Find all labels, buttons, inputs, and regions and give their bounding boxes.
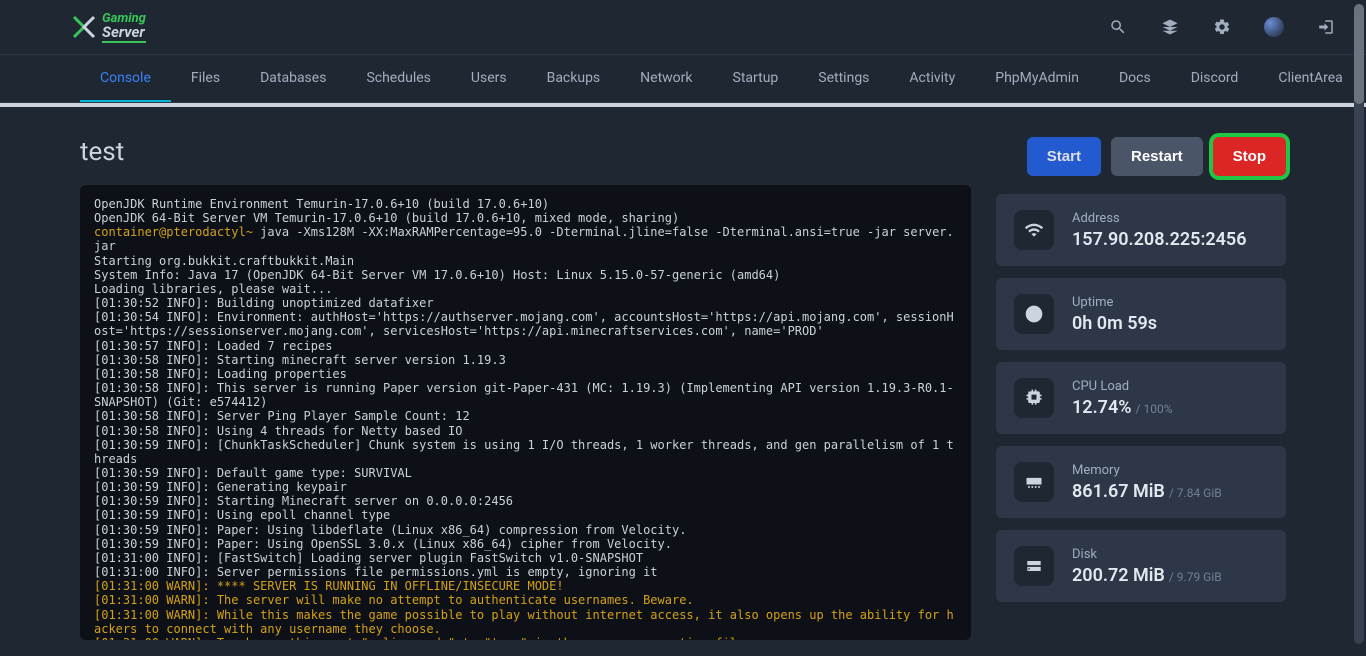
logo-icon xyxy=(70,13,98,41)
topbar: Gaming Server xyxy=(0,0,1366,55)
console-line: [01:30:58 INFO]: Loading properties xyxy=(94,367,957,381)
console-line: [01:30:59 INFO]: Paper: Using OpenSSL 3.… xyxy=(94,537,957,551)
tab-discord[interactable]: Discord xyxy=(1171,56,1259,102)
console-output[interactable]: OpenJDK Runtime Environment Temurin-17.0… xyxy=(80,185,971,640)
console-line: [01:31:00 INFO]: Server permissions file… xyxy=(94,565,957,579)
console-line: container@pterodactyl~ java -Xms128M -XX… xyxy=(94,225,957,253)
console-line: [01:30:58 INFO]: Starting minecraft serv… xyxy=(94,353,957,367)
progress-bar xyxy=(0,103,1366,107)
stat-cpu: CPU Load 12.74%/ 100% xyxy=(996,362,1286,434)
tab-backups[interactable]: Backups xyxy=(527,56,621,102)
search-icon[interactable] xyxy=(1108,17,1128,37)
stat-label: Uptime xyxy=(1072,295,1157,310)
stop-button[interactable]: Stop xyxy=(1213,137,1286,176)
navbar: ConsoleFilesDatabasesSchedulesUsersBacku… xyxy=(0,55,1366,103)
tab-console[interactable]: Console xyxy=(80,56,171,102)
console-line: OpenJDK Runtime Environment Temurin-17.0… xyxy=(94,197,957,211)
console-line: Loading libraries, please wait... xyxy=(94,282,957,296)
stat-value: 861.67 MiB/ 7.84 GiB xyxy=(1072,481,1222,502)
console-line: [01:30:59 INFO]: [ChunkTaskScheduler] Ch… xyxy=(94,438,957,466)
tab-schedules[interactable]: Schedules xyxy=(346,56,450,102)
memory-icon xyxy=(1014,462,1054,502)
right-column: Start Restart Stop Address 157.90.208.22… xyxy=(996,137,1286,640)
layers-icon[interactable] xyxy=(1160,17,1180,37)
tab-phpmyadmin[interactable]: PhpMyAdmin xyxy=(975,56,1099,102)
server-title: test xyxy=(80,137,971,167)
console-line: [01:30:59 INFO]: Paper: Using libdeflate… xyxy=(94,523,957,537)
console-line: [01:30:59 INFO]: Using epoll channel typ… xyxy=(94,508,957,522)
console-line: [01:31:00 INFO]: [FastSwitch] Loading se… xyxy=(94,551,957,565)
console-line: OpenJDK 64-Bit Server VM Temurin-17.0.6+… xyxy=(94,211,957,225)
stat-address: Address 157.90.208.225:2456 xyxy=(996,194,1286,266)
wifi-icon xyxy=(1014,210,1054,250)
start-button[interactable]: Start xyxy=(1027,137,1101,176)
cpu-icon xyxy=(1014,378,1054,418)
scrollbar-thumb[interactable] xyxy=(1354,4,1364,104)
stat-label: Disk xyxy=(1072,547,1222,562)
tab-activity[interactable]: Activity xyxy=(889,56,975,102)
restart-button[interactable]: Restart xyxy=(1111,137,1203,176)
tab-users[interactable]: Users xyxy=(451,56,527,102)
console-line: [01:30:59 INFO]: Starting Minecraft serv… xyxy=(94,494,957,508)
console-line: [01:30:52 INFO]: Building unoptimized da… xyxy=(94,296,957,310)
console-line: [01:30:58 INFO]: This server is running … xyxy=(94,381,957,409)
console-line: [01:31:00 WARN]: The server will make no… xyxy=(94,593,957,607)
tab-files[interactable]: Files xyxy=(171,56,240,102)
stat-value: 12.74%/ 100% xyxy=(1072,397,1172,418)
console-line: [01:31:00 WARN]: **** SERVER IS RUNNING … xyxy=(94,579,957,593)
stat-label: CPU Load xyxy=(1072,379,1172,394)
main: test OpenJDK Runtime Environment Temurin… xyxy=(0,107,1366,640)
tab-clientarea[interactable]: ClientArea xyxy=(1258,56,1362,102)
logo-text: Gaming Server xyxy=(102,12,146,43)
avatar[interactable] xyxy=(1264,17,1284,37)
stat-memory: Memory 861.67 MiB/ 7.84 GiB xyxy=(996,446,1286,518)
logout-icon[interactable] xyxy=(1316,17,1336,37)
console-line: [01:30:57 INFO]: Loaded 7 recipes xyxy=(94,339,957,353)
console-line: [01:30:59 INFO]: Generating keypair xyxy=(94,480,957,494)
console-line: [01:30:58 INFO]: Server Ping Player Samp… xyxy=(94,409,957,423)
settings-icon[interactable] xyxy=(1212,17,1232,37)
power-controls: Start Restart Stop xyxy=(996,137,1286,176)
stat-uptime: Uptime 0h 0m 59s xyxy=(996,278,1286,350)
stat-disk: Disk 200.72 MiB/ 9.79 GiB xyxy=(996,530,1286,602)
topbar-actions xyxy=(1108,17,1336,37)
logo[interactable]: Gaming Server xyxy=(70,12,146,43)
console-line: [01:30:58 INFO]: Using 4 threads for Net… xyxy=(94,424,957,438)
stat-label: Memory xyxy=(1072,463,1222,478)
console-line: Starting org.bukkit.craftbukkit.Main xyxy=(94,254,957,268)
tab-settings[interactable]: Settings xyxy=(798,56,889,102)
page-scrollbar[interactable] xyxy=(1354,4,1364,644)
tab-databases[interactable]: Databases xyxy=(240,56,346,102)
tab-docs[interactable]: Docs xyxy=(1099,56,1171,102)
disk-icon xyxy=(1014,546,1054,586)
console-line: [01:31:00 WARN]: To change this, set "on… xyxy=(94,636,957,640)
stat-value: 157.90.208.225:2456 xyxy=(1072,229,1247,250)
stat-value: 0h 0m 59s xyxy=(1072,313,1157,334)
console-line: [01:30:59 INFO]: Default game type: SURV… xyxy=(94,466,957,480)
clock-icon xyxy=(1014,294,1054,334)
console-line: [01:31:00 WARN]: While this makes the ga… xyxy=(94,608,957,636)
stat-value: 200.72 MiB/ 9.79 GiB xyxy=(1072,565,1222,586)
console-line: System Info: Java 17 (OpenJDK 64-Bit Ser… xyxy=(94,268,957,282)
left-column: test OpenJDK Runtime Environment Temurin… xyxy=(80,137,971,640)
tab-network[interactable]: Network xyxy=(620,56,712,102)
tab-startup[interactable]: Startup xyxy=(713,56,799,102)
logo-line2: Server xyxy=(102,25,146,43)
console-line: [01:30:54 INFO]: Environment: authHost='… xyxy=(94,310,957,338)
stat-label: Address xyxy=(1072,211,1247,226)
